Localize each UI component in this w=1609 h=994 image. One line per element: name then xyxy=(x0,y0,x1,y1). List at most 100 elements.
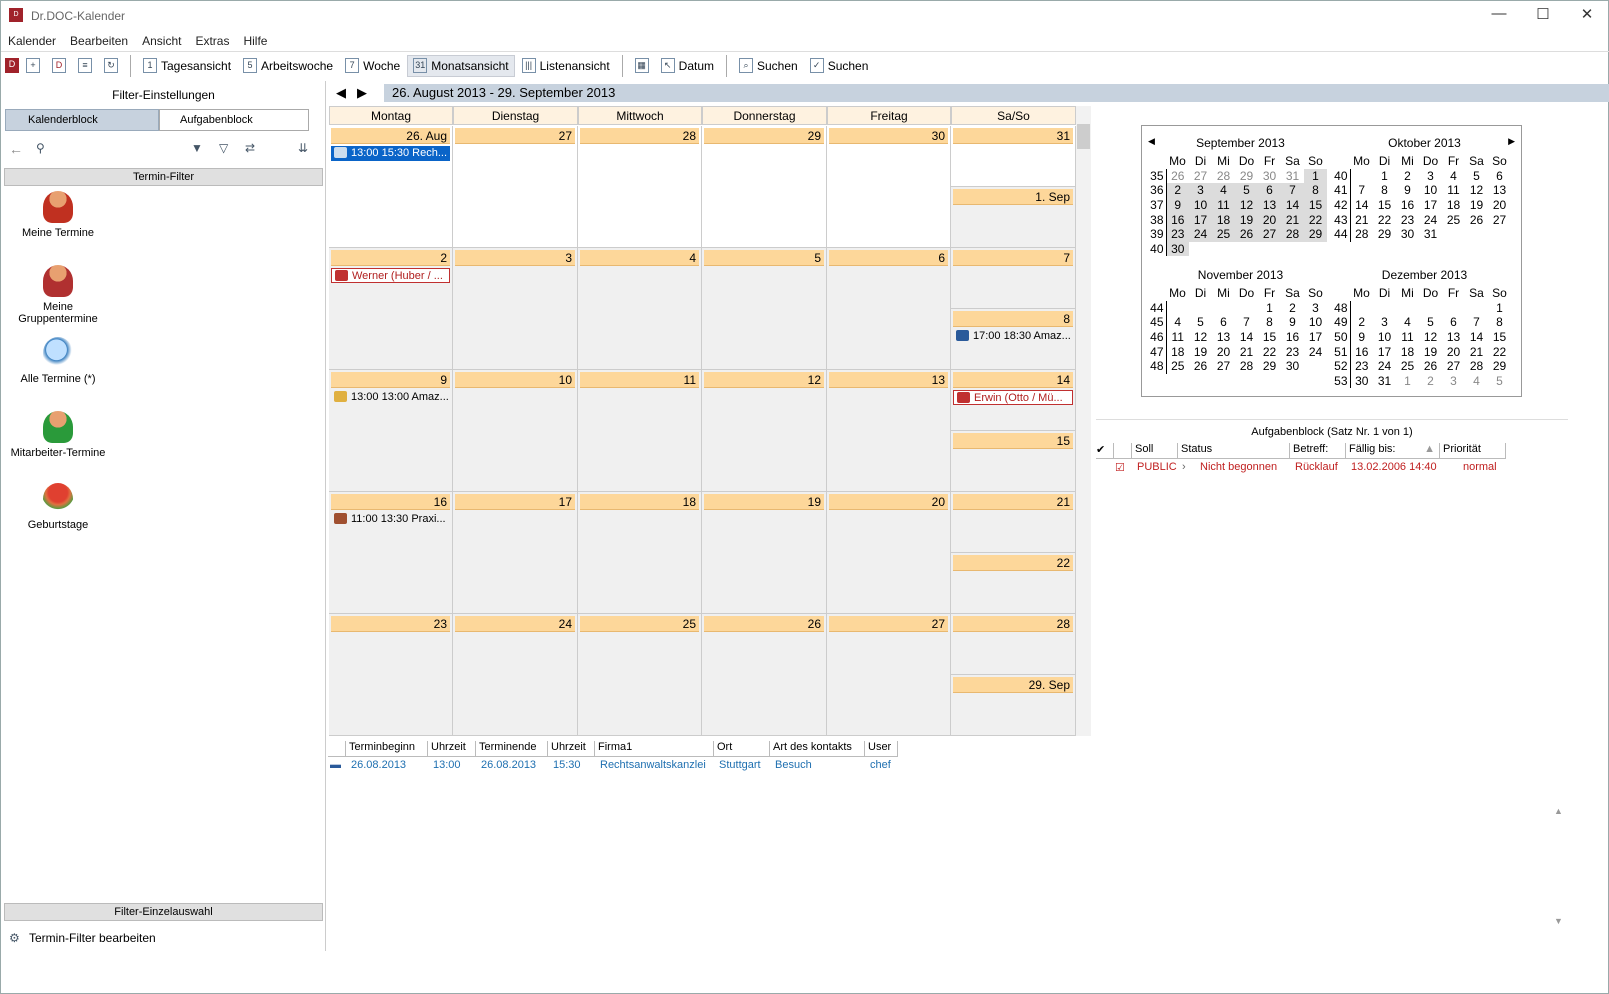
appt-cell[interactable]: chef xyxy=(870,759,891,771)
mini-day[interactable]: 28 xyxy=(1465,359,1488,374)
mini-day[interactable]: 2 xyxy=(1396,169,1419,184)
day-cell[interactable]: 26 xyxy=(702,614,827,736)
mini-day[interactable]: 2 xyxy=(1281,301,1304,316)
filter-key-icon[interactable]: ⚲ xyxy=(36,141,45,155)
mini-day[interactable]: 4 xyxy=(1166,315,1189,330)
mini-day[interactable]: 31 xyxy=(1419,227,1442,242)
mini-day[interactable]: 28 xyxy=(1281,226,1304,242)
mini-day[interactable]: 10 xyxy=(1304,315,1327,330)
day-cell[interactable]: 17 xyxy=(453,492,578,614)
mini-day[interactable]: 4 xyxy=(1442,169,1465,184)
appt-col-header[interactable]: Uhrzeit xyxy=(428,741,476,757)
mini-day[interactable]: 18 xyxy=(1166,344,1189,359)
calendar-event[interactable]: 13:00 15:30 Rech... xyxy=(331,146,450,161)
calendar-event[interactable]: Erwin (Otto / Mü... xyxy=(953,390,1073,405)
day-cell[interactable]: 10 xyxy=(453,370,578,492)
mini-day[interactable]: 29 xyxy=(1235,169,1258,184)
mini-day[interactable]: 16 xyxy=(1350,344,1373,359)
day-cell[interactable]: 22 xyxy=(951,553,1076,614)
mini-day[interactable]: 3 xyxy=(1189,183,1212,198)
mini-day[interactable]: 30 xyxy=(1166,241,1189,257)
mini-day[interactable]: 2 xyxy=(1166,183,1189,198)
mini-day[interactable]: 20 xyxy=(1442,344,1465,359)
day-cell[interactable]: 29 xyxy=(702,126,827,248)
mini-day[interactable]: 26 xyxy=(1465,212,1488,227)
mini-day[interactable]: 30 xyxy=(1258,169,1281,184)
mini-day[interactable]: 23 xyxy=(1281,344,1304,359)
mini-day[interactable]: 14 xyxy=(1465,330,1488,345)
appt-col-header[interactable]: Terminbeginn xyxy=(346,741,428,757)
day-cell[interactable]: 18 xyxy=(578,492,702,614)
mini-day[interactable]: 7 xyxy=(1465,315,1488,330)
mini-day[interactable]: 22 xyxy=(1258,344,1281,359)
back-arrow-icon[interactable]: ← xyxy=(9,141,23,157)
mini-day[interactable]: 30 xyxy=(1396,227,1419,242)
mini-day[interactable]: 3 xyxy=(1304,301,1327,316)
day-cell[interactable]: 27 xyxy=(827,614,951,736)
mini-day[interactable]: 18 xyxy=(1396,344,1419,359)
filter-alle-termine[interactable]: Alle Termine (*) xyxy=(3,337,113,385)
day-cell[interactable]: 4 xyxy=(578,248,702,370)
mini-day[interactable]: 20 xyxy=(1258,212,1281,227)
mini-day[interactable]: 15 xyxy=(1373,198,1396,213)
minimize-button[interactable]: — xyxy=(1477,5,1521,27)
day-cell[interactable]: 9 13:00 13:00 Amaz... xyxy=(329,370,453,492)
mini-day[interactable]: 26 xyxy=(1235,226,1258,242)
day-cell[interactable]: 6 xyxy=(827,248,951,370)
day-cell[interactable]: 24 xyxy=(453,614,578,736)
appt-cell[interactable]: Rechtsanwaltskanzlei xyxy=(600,759,706,771)
mini-day[interactable]: 29 xyxy=(1304,226,1327,242)
appt-cell[interactable]: Stuttgart xyxy=(719,759,761,771)
appt-cell[interactable]: 26.08.2013 xyxy=(481,759,536,771)
mini-day[interactable]: 8 xyxy=(1258,315,1281,330)
mini-day[interactable]: 11 xyxy=(1166,330,1189,345)
mini-day[interactable]: 14 xyxy=(1281,197,1304,213)
mini-day[interactable]: 13 xyxy=(1212,330,1235,345)
mini-day[interactable]: 22 xyxy=(1373,212,1396,227)
view-arbeitswoche[interactable]: 5 Arbeitswoche xyxy=(238,55,338,77)
mini-day[interactable]: 9 xyxy=(1166,197,1189,213)
mini-day[interactable]: 26 xyxy=(1189,359,1212,374)
mini-day[interactable]: 27 xyxy=(1189,169,1212,184)
day-cell[interactable]: 3 xyxy=(453,248,578,370)
mini-day[interactable]: 1 xyxy=(1304,168,1327,184)
mini-day[interactable]: 25 xyxy=(1166,359,1189,374)
mini-day[interactable]: 5 xyxy=(1465,169,1488,184)
mini-day[interactable]: 19 xyxy=(1419,344,1442,359)
mini-day[interactable]: 19 xyxy=(1465,198,1488,213)
day-cell[interactable]: 21 xyxy=(951,492,1076,553)
mini-day[interactable]: 11 xyxy=(1212,197,1235,213)
mini-day[interactable]: 9 xyxy=(1350,330,1373,345)
task-prioritaet[interactable]: normal xyxy=(1463,461,1497,473)
view-listenansicht[interactable]: ||| Listenansicht xyxy=(517,55,615,77)
view-tagesansicht[interactable]: 1 Tagesansicht xyxy=(138,55,236,77)
filter-icon[interactable]: ▽ xyxy=(219,141,228,155)
mini-day[interactable]: 31 xyxy=(1373,374,1396,389)
mini-day[interactable]: 14 xyxy=(1350,198,1373,213)
mini-day[interactable]: 26 xyxy=(1419,359,1442,374)
task-status[interactable]: Nicht begonnen xyxy=(1200,461,1277,473)
mini-day[interactable]: 8 xyxy=(1304,183,1327,198)
mini-day[interactable]: 27 xyxy=(1212,359,1235,374)
mini-day[interactable]: 11 xyxy=(1396,330,1419,345)
mini-day[interactable]: 14 xyxy=(1235,330,1258,345)
mini-day[interactable]: 3 xyxy=(1419,169,1442,184)
mini-day[interactable]: 30 xyxy=(1350,374,1373,389)
filter-meine-termine[interactable]: Meine Termine xyxy=(3,191,113,239)
mini-day[interactable]: 6 xyxy=(1442,315,1465,330)
appt-cell[interactable]: Besuch xyxy=(775,759,812,771)
mini-day[interactable]: 4 xyxy=(1465,374,1488,389)
day-cell[interactable]: 2 Werner (Huber / ... xyxy=(329,248,453,370)
scroll-thumb[interactable] xyxy=(1077,124,1090,149)
col-faellig[interactable]: Fällig bis: ▲ xyxy=(1346,443,1440,459)
mini-day[interactable]: 19 xyxy=(1235,212,1258,227)
mini-day[interactable]: 18 xyxy=(1442,198,1465,213)
day-cell[interactable]: 30 xyxy=(827,126,951,248)
check-column-icon[interactable]: ✔ xyxy=(1096,443,1114,459)
mini-day[interactable]: 20 xyxy=(1488,198,1511,213)
filter-geburtstage[interactable]: Geburtstage xyxy=(3,483,113,531)
view-woche[interactable]: 7 Woche xyxy=(340,55,405,77)
col-prioritaet[interactable]: Priorität xyxy=(1440,443,1506,459)
day-cell[interactable]: 26. Aug 13:00 15:30 Rech... xyxy=(329,126,453,248)
calendar-event[interactable]: Werner (Huber / ... xyxy=(331,268,450,283)
